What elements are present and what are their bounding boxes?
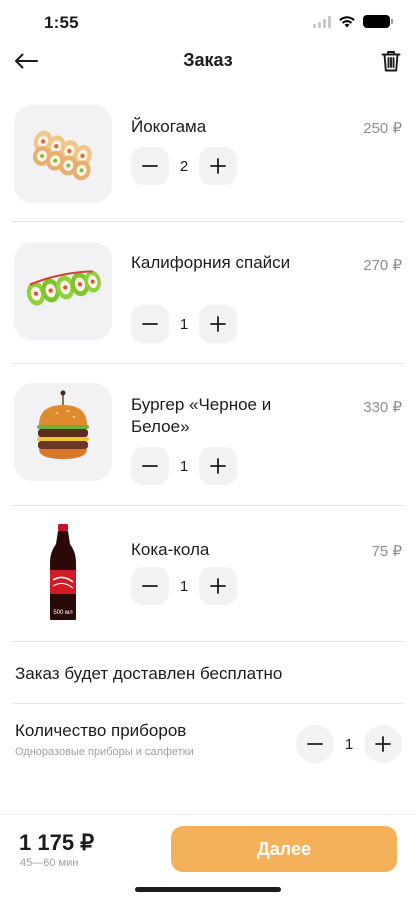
quantity-stepper: 1 bbox=[131, 305, 237, 343]
order-item: Йокогама 250 ₽ 2 bbox=[0, 92, 416, 222]
trash-icon bbox=[381, 51, 401, 72]
wifi-icon bbox=[339, 16, 355, 28]
item-image bbox=[14, 383, 112, 481]
increase-button[interactable] bbox=[199, 147, 237, 185]
status-icons bbox=[313, 15, 393, 28]
increase-button[interactable] bbox=[364, 725, 402, 763]
increase-button[interactable] bbox=[199, 447, 237, 485]
order-item: Калифорния спайси 270 ₽ 1 bbox=[0, 222, 416, 364]
item-image bbox=[14, 105, 112, 203]
cutlery-subtitle: Одноразовые приборы и салфетки bbox=[15, 746, 194, 758]
order-item: Бургер «Черное и Белое» 330 ₽ 1 bbox=[0, 364, 416, 506]
delivery-text: Заказ будет доставлен бесплатно bbox=[15, 664, 283, 683]
plus-icon bbox=[210, 316, 226, 332]
increase-button[interactable] bbox=[199, 305, 237, 343]
item-price: 250 ₽ bbox=[363, 120, 402, 137]
order-total: 1 175 ₽ bbox=[19, 830, 95, 855]
item-name: Калифорния спайси bbox=[131, 253, 291, 272]
item-price: 75 ₽ bbox=[371, 543, 402, 560]
quantity-value: 1 bbox=[179, 457, 189, 475]
plus-icon bbox=[375, 736, 391, 752]
minus-icon bbox=[142, 323, 158, 325]
delivery-eta: 45—60 мин bbox=[20, 857, 79, 869]
item-name: Бургер «Черное и Белое» bbox=[131, 395, 272, 436]
decrease-button[interactable] bbox=[131, 567, 169, 605]
minus-icon bbox=[142, 585, 158, 587]
home-indicator bbox=[135, 887, 281, 892]
order-item: 500 мл Кока-кола 75 ₽ 1 bbox=[0, 506, 416, 642]
minus-icon bbox=[307, 743, 323, 745]
cutlery-title: Количество приборов bbox=[15, 721, 187, 740]
decrease-button[interactable] bbox=[131, 305, 169, 343]
nav-bar: Заказ bbox=[0, 44, 416, 78]
minus-icon bbox=[142, 165, 158, 167]
quantity-stepper: 1 bbox=[131, 447, 237, 485]
quantity-value: 1 bbox=[179, 315, 189, 333]
battery-icon bbox=[363, 15, 393, 28]
decrease-button[interactable] bbox=[296, 725, 334, 763]
increase-button[interactable] bbox=[199, 567, 237, 605]
quantity-value: 1 bbox=[179, 577, 189, 595]
plus-icon bbox=[210, 158, 226, 174]
quantity-value: 1 bbox=[344, 735, 354, 753]
quantity-stepper: 2 bbox=[131, 147, 237, 185]
status-bar: 1:55 bbox=[0, 0, 416, 44]
item-name: Йокогама bbox=[131, 117, 207, 136]
decrease-button[interactable] bbox=[131, 147, 169, 185]
minus-icon bbox=[142, 465, 158, 467]
next-button[interactable]: Далее bbox=[171, 826, 397, 872]
decrease-button[interactable] bbox=[131, 447, 169, 485]
cutlery-row: Количество приборов Одноразовые приборы … bbox=[0, 704, 416, 784]
item-price: 270 ₽ bbox=[363, 257, 402, 274]
item-image: 500 мл bbox=[14, 522, 112, 620]
quantity-stepper: 1 bbox=[131, 567, 237, 605]
plus-icon bbox=[210, 458, 226, 474]
status-time: 1:55 bbox=[44, 13, 79, 32]
cutlery-stepper: 1 bbox=[296, 725, 402, 763]
clear-cart-button[interactable] bbox=[378, 48, 404, 74]
order-items-list: Йокогама 250 ₽ 2 Калифорния спайси 270 ₽… bbox=[0, 92, 416, 642]
checkout-bar: 1 175 ₽ 45—60 мин Далее bbox=[0, 814, 416, 900]
signal-icon bbox=[313, 15, 331, 28]
quantity-value: 2 bbox=[179, 157, 189, 175]
delivery-info: Заказ будет доставлен бесплатно bbox=[0, 642, 416, 704]
plus-icon bbox=[210, 578, 226, 594]
item-price: 330 ₽ bbox=[363, 399, 402, 416]
bottle-label: 500 мл bbox=[53, 610, 73, 616]
item-name: Кока-кола bbox=[131, 540, 210, 559]
item-image bbox=[14, 242, 112, 340]
page-title: Заказ bbox=[183, 50, 233, 70]
